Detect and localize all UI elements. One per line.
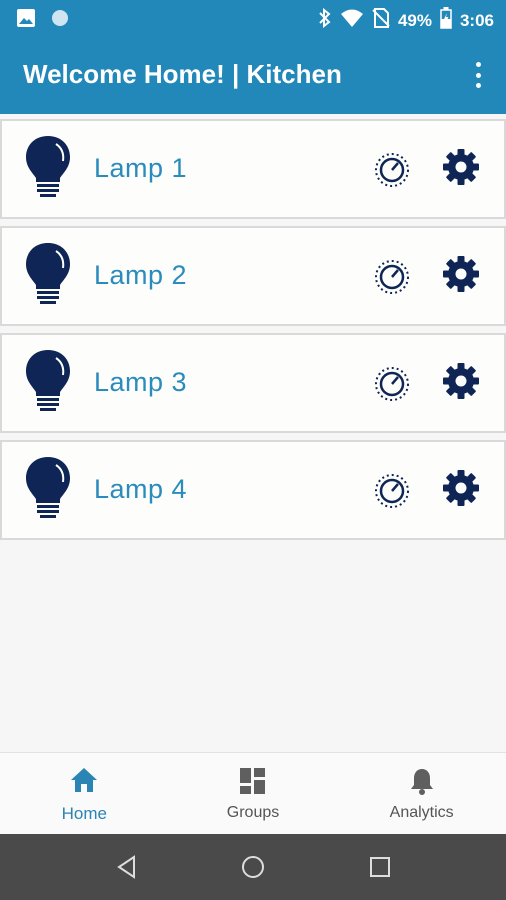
dashboard-icon (240, 768, 265, 794)
bottom-navigation: Home Groups Analytics (0, 752, 506, 834)
battery-icon (440, 7, 452, 34)
more-vert-icon[interactable] (464, 60, 492, 90)
battery-percent: 49% (397, 10, 432, 30)
app-bar: Welcome Home! | Kitchen (0, 36, 506, 114)
nav-home-label: Home (61, 804, 108, 823)
lightbulb-icon (26, 457, 70, 518)
nav-analytics-label: Analytics (389, 804, 454, 821)
back-icon[interactable] (114, 854, 140, 880)
lamp-list: Lamp 1 Lamp 2 Lamp 3 Lamp 4 (0, 119, 506, 547)
lamp-name: Lamp 2 (94, 260, 188, 290)
no-sim-icon (372, 8, 390, 33)
nav-groups[interactable]: Groups (169, 753, 338, 834)
lightbulb-icon (26, 350, 70, 411)
bluetooth-icon (318, 7, 332, 33)
home-icon (71, 768, 98, 792)
nav-analytics[interactable]: Analytics (337, 753, 506, 834)
gear-icon[interactable] (441, 147, 481, 187)
clock: 3:06 (459, 10, 494, 30)
wifi-icon (340, 8, 364, 33)
lightbulb-icon (26, 243, 70, 304)
lamp-name: Lamp 3 (94, 367, 188, 397)
recents-icon[interactable] (367, 854, 393, 880)
gear-icon[interactable] (441, 468, 481, 508)
lamp-name: Lamp 1 (94, 153, 188, 183)
system-navigation-bar (0, 834, 506, 900)
home-circle-icon[interactable] (240, 854, 266, 880)
dimmer-dial-icon[interactable] (372, 257, 412, 297)
nav-groups-label: Groups (226, 804, 280, 821)
bell-icon (410, 769, 433, 795)
page-title: Welcome Home! | Kitchen (23, 59, 342, 89)
dimmer-dial-icon[interactable] (372, 471, 412, 511)
gear-icon[interactable] (441, 254, 481, 294)
lamp-card[interactable]: Lamp 3 (0, 333, 506, 433)
lamp-card[interactable]: Lamp 4 (0, 440, 506, 540)
lamp-card[interactable]: Lamp 1 (0, 119, 506, 219)
gear-icon[interactable] (441, 361, 481, 401)
lightbulb-icon (26, 136, 70, 197)
status-bar: 49% 3:06 (0, 0, 506, 36)
dimmer-dial-icon[interactable] (372, 150, 412, 190)
nav-home[interactable]: Home (0, 753, 169, 834)
image-icon (16, 8, 36, 33)
lamp-card[interactable]: Lamp 2 (0, 226, 506, 326)
dimmer-dial-icon[interactable] (372, 364, 412, 404)
lamp-name: Lamp 4 (94, 474, 188, 504)
circle-icon (50, 8, 70, 33)
